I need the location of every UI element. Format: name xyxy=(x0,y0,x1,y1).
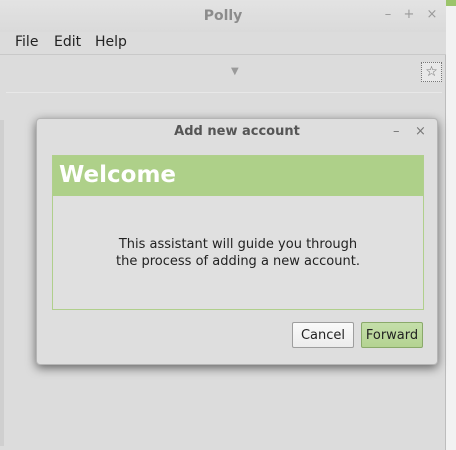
minimize-icon[interactable]: – xyxy=(381,7,395,22)
divider xyxy=(6,92,442,93)
star-icon: ☆ xyxy=(425,64,438,80)
menu-edit[interactable]: Edit xyxy=(54,34,81,50)
dialog-titlebar[interactable]: Add new account – × xyxy=(37,119,437,145)
dialog-title: Add new account xyxy=(174,124,300,139)
add-account-dialog: Add new account – × Welcome This assista… xyxy=(36,118,438,365)
minimize-icon[interactable]: – xyxy=(393,124,400,139)
window-title: Polly xyxy=(203,8,243,24)
desktop-background xyxy=(446,0,456,450)
maximize-icon[interactable]: + xyxy=(402,7,416,22)
star-button[interactable]: ☆ xyxy=(421,62,442,82)
welcome-page: Welcome This assistant will guide you th… xyxy=(52,155,424,310)
window-titlebar[interactable]: Polly – + × xyxy=(0,0,446,32)
welcome-description: This assistant will guide you through th… xyxy=(53,236,423,270)
welcome-header: Welcome xyxy=(53,156,423,196)
forward-button[interactable]: Forward xyxy=(361,322,423,348)
menu-file[interactable]: File xyxy=(15,34,38,50)
close-icon[interactable]: × xyxy=(415,124,426,139)
description-line: This assistant will guide you through xyxy=(118,237,358,252)
close-icon[interactable]: × xyxy=(425,7,439,22)
welcome-heading: Welcome xyxy=(59,162,177,188)
menubar: File Edit Help xyxy=(0,32,446,54)
cancel-button[interactable]: Cancel xyxy=(292,322,354,348)
side-panel-edge xyxy=(0,120,4,446)
chevron-down-icon[interactable]: ▼ xyxy=(231,66,239,77)
divider xyxy=(0,54,446,55)
menu-help[interactable]: Help xyxy=(95,34,127,50)
description-line: the process of adding a new account. xyxy=(116,254,360,269)
